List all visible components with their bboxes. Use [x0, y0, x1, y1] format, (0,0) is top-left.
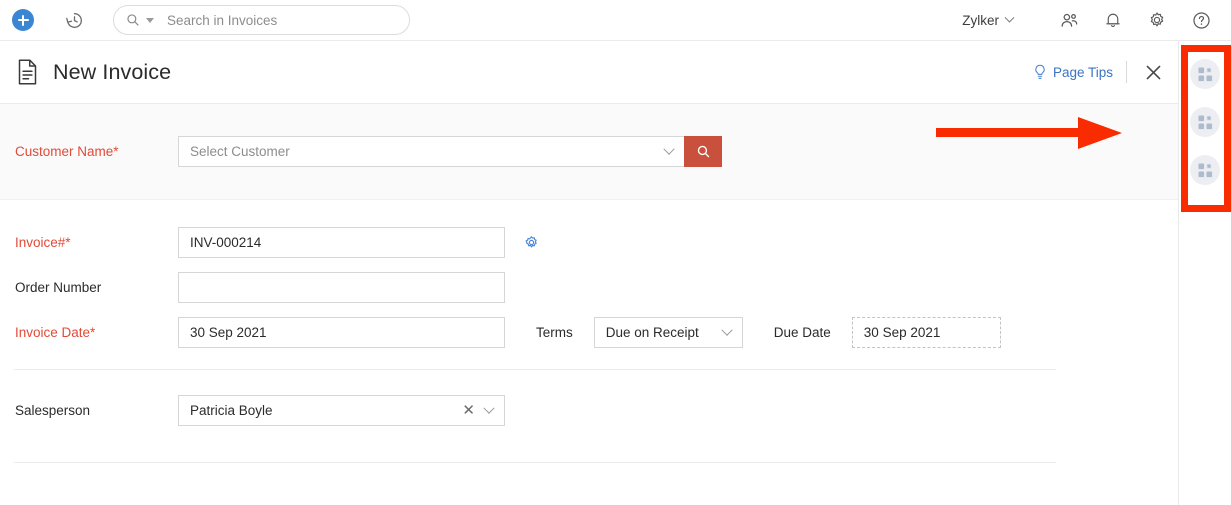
- customer-name-row: Customer Name* Select Customer: [0, 104, 1178, 200]
- notifications-button[interactable]: [1099, 6, 1127, 34]
- customer-select-value: Select Customer: [190, 144, 290, 159]
- help-icon: [1191, 10, 1212, 31]
- page-tips-button[interactable]: Page Tips: [1033, 64, 1113, 81]
- terms-label: Terms: [536, 325, 573, 340]
- invoice-number-label: Invoice#*: [0, 235, 178, 250]
- close-icon: [1144, 63, 1163, 82]
- section-divider-bottom: [14, 462, 1056, 463]
- terms-value: Due on Receipt: [606, 325, 699, 340]
- due-date-label: Due Date: [774, 325, 831, 340]
- gear-icon: [523, 234, 540, 251]
- customer-select[interactable]: Select Customer: [178, 136, 684, 167]
- terms-select[interactable]: Due on Receipt: [594, 317, 743, 348]
- settings-button[interactable]: [1143, 6, 1171, 34]
- customer-name-label: Customer Name*: [0, 144, 178, 159]
- right-app-rail: [1178, 41, 1231, 505]
- salesperson-label: Salesperson: [0, 403, 178, 418]
- salesperson-value: Patricia Boyle: [190, 403, 273, 418]
- invoice-details-block: Invoice#* Order Number Invoice Date* Ter…: [0, 200, 1178, 355]
- section-divider: [14, 369, 1056, 370]
- invoice-form: Customer Name* Select Customer Invoice#*: [0, 104, 1178, 505]
- chevron-down-icon: [721, 324, 732, 335]
- contacts-button[interactable]: [1055, 6, 1083, 34]
- page-tips-label: Page Tips: [1053, 65, 1113, 80]
- document-icon: [15, 58, 40, 86]
- chevron-down-icon: [1005, 12, 1015, 22]
- apps-grid-icon: [1198, 67, 1213, 82]
- invoice-date-input[interactable]: [178, 317, 505, 348]
- clock-history-icon: [64, 10, 85, 31]
- invoice-number-row: Invoice#*: [0, 220, 1178, 265]
- order-number-row: Order Number: [0, 265, 1178, 310]
- customer-search-button[interactable]: [684, 136, 722, 167]
- chevron-down-icon: [663, 143, 674, 154]
- top-header-bar: Zylker: [0, 0, 1231, 41]
- page-title-actions: Page Tips: [1033, 59, 1178, 85]
- due-date-value: 30 Sep 2021: [864, 325, 941, 340]
- clear-salesperson-close-icon[interactable]: ✕: [462, 403, 475, 418]
- global-search-box[interactable]: [113, 5, 410, 35]
- chevron-down-icon: [483, 402, 494, 413]
- apps-grid-icon: [1198, 163, 1213, 178]
- rail-app-item-1[interactable]: [1190, 59, 1220, 89]
- salesperson-row: Salesperson Patricia Boyle ✕: [0, 388, 1178, 433]
- lightbulb-icon: [1033, 64, 1047, 81]
- gear-icon: [1147, 10, 1167, 30]
- apps-grid-icon: [1198, 115, 1213, 130]
- customer-name-control: Select Customer: [178, 136, 722, 167]
- due-date-field[interactable]: 30 Sep 2021: [852, 317, 1001, 348]
- page-title: New Invoice: [53, 60, 171, 85]
- add-new-button[interactable]: [12, 9, 34, 31]
- search-filter-caret-down-icon[interactable]: [146, 18, 154, 23]
- invoice-number-settings-button[interactable]: [523, 234, 540, 251]
- contacts-icon: [1059, 10, 1080, 31]
- search-input[interactable]: [165, 12, 375, 29]
- organization-name: Zylker: [962, 13, 999, 28]
- search-icon: [696, 144, 711, 159]
- divider: [1126, 61, 1127, 83]
- plus-circle-icon: [18, 15, 29, 26]
- order-number-label: Order Number: [0, 280, 178, 295]
- invoice-date-label: Invoice Date*: [0, 325, 178, 340]
- help-button[interactable]: [1187, 6, 1215, 34]
- organization-switcher[interactable]: Zylker: [962, 13, 1013, 28]
- bell-icon: [1103, 10, 1123, 30]
- invoice-date-row: Invoice Date* Terms Due on Receipt Due D…: [0, 310, 1178, 355]
- order-number-input[interactable]: [178, 272, 505, 303]
- search-icon: [126, 13, 140, 27]
- close-page-button[interactable]: [1140, 59, 1166, 85]
- salesperson-select[interactable]: Patricia Boyle ✕: [178, 395, 505, 426]
- header-actions: Zylker: [962, 6, 1231, 34]
- page-title-bar: New Invoice Page Tips: [0, 41, 1178, 104]
- rail-app-item-3[interactable]: [1190, 155, 1220, 185]
- rail-app-item-2[interactable]: [1190, 107, 1220, 137]
- invoice-number-input[interactable]: [178, 227, 505, 258]
- recent-history-button[interactable]: [62, 8, 86, 32]
